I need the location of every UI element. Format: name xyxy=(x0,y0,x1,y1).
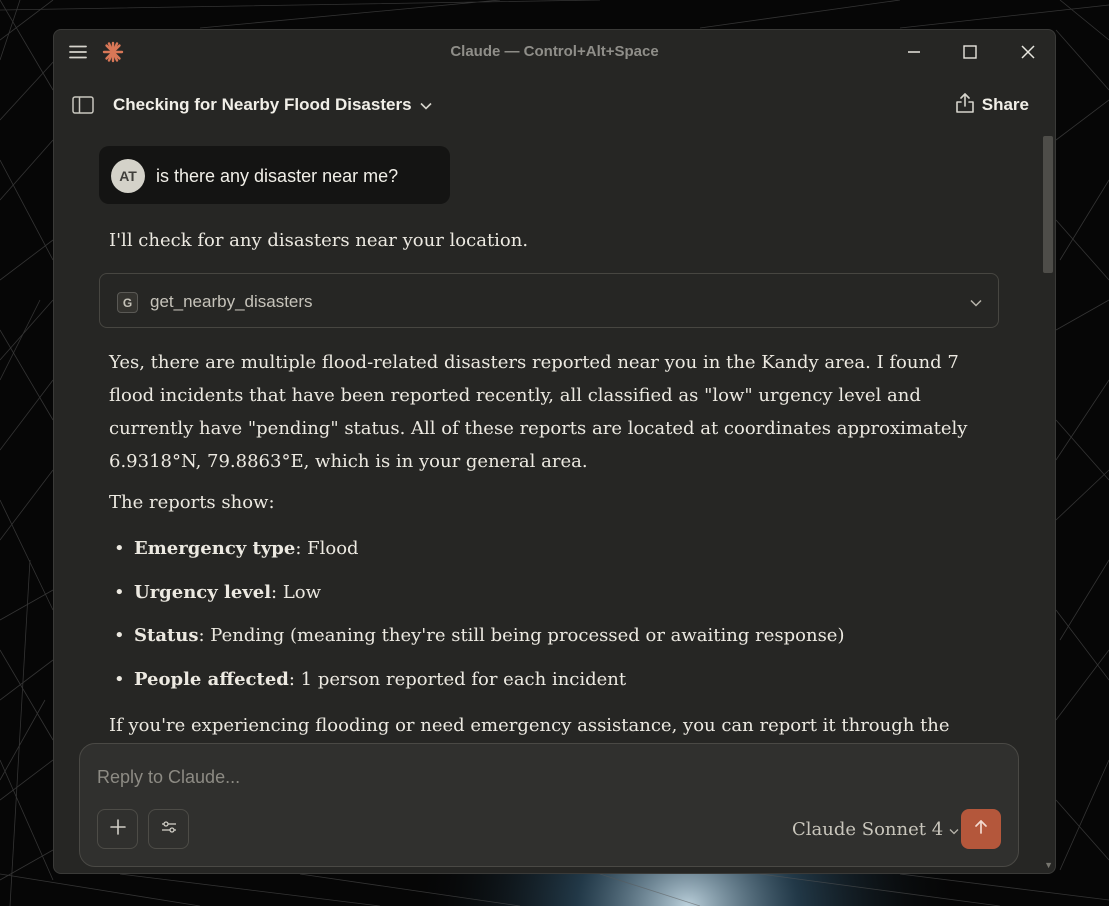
list-item: Emergency type: Flood xyxy=(109,534,844,578)
model-name: Claude Sonnet 4 xyxy=(792,819,944,840)
chevron-down-icon xyxy=(419,95,432,115)
conversation-title-button[interactable]: Checking for Nearby Flood Disasters xyxy=(113,95,432,115)
list-item-label: People affected xyxy=(134,668,289,690)
message-list[interactable]: AT is there any disaster near me? I'll c… xyxy=(54,134,1044,742)
share-label: Share xyxy=(981,95,1029,114)
close-icon[interactable] xyxy=(1008,38,1048,66)
tools-button[interactable] xyxy=(148,809,189,849)
scrollbar-thumb[interactable] xyxy=(1043,136,1053,273)
tool-call-block[interactable]: G get_nearby_disasters xyxy=(99,273,999,328)
list-item-value: : 1 person reported for each incident xyxy=(288,668,627,690)
reply-composer: Claude Sonnet 4 xyxy=(79,743,1019,867)
assistant-paragraph: If you're experiencing flooding or need … xyxy=(109,715,950,736)
avatar[interactable]: AT xyxy=(111,159,145,193)
list-item-value: : Low xyxy=(271,581,322,603)
chat-header: Checking for Nearby Flood Disasters Shar… xyxy=(54,82,1055,126)
title-bar: Claude — Control+Alt+Space xyxy=(54,30,1055,74)
list-item-value: : Flood xyxy=(295,538,359,559)
list-item-label: Status xyxy=(134,625,199,646)
scrollbar[interactable]: ▼ xyxy=(1041,134,1055,872)
list-item-value: : Pending (meaning they're still being p… xyxy=(198,625,845,646)
reply-input[interactable] xyxy=(97,764,977,790)
user-message-text: is there any disaster near me? xyxy=(156,166,399,186)
list-item-label: Urgency level xyxy=(134,581,272,603)
share-icon xyxy=(955,92,974,118)
conversation-title: Checking for Nearby Flood Disasters xyxy=(113,95,412,114)
assistant-paragraph: Yes, there are multiple flood-related di… xyxy=(109,352,968,472)
maximize-icon[interactable] xyxy=(950,38,990,66)
minimize-icon[interactable] xyxy=(894,38,934,66)
send-button[interactable] xyxy=(961,809,1001,849)
arrow-up-icon xyxy=(973,819,989,840)
sidebar-toggle-icon[interactable] xyxy=(70,94,96,116)
model-selector[interactable]: Claude Sonnet 4 xyxy=(792,819,959,840)
chevron-down-icon xyxy=(949,819,959,840)
add-attachment-button[interactable] xyxy=(97,809,138,849)
list-item: Urgency level: Low xyxy=(109,578,844,622)
share-button[interactable]: Share xyxy=(955,92,1029,118)
sliders-icon xyxy=(161,820,177,839)
list-item-label: Emergency type xyxy=(134,538,296,559)
list-item: People affected: 1 person reported for e… xyxy=(109,665,844,709)
claude-app-window: Claude — Control+Alt+Space Checking for … xyxy=(53,29,1056,874)
list-item: Status: Pending (meaning they're still b… xyxy=(109,621,844,665)
tool-badge-icon: G xyxy=(117,292,138,313)
user-message: AT is there any disaster near me? xyxy=(99,146,450,204)
chevron-down-icon[interactable] xyxy=(970,294,982,312)
scroll-down-icon[interactable]: ▼ xyxy=(1044,860,1053,870)
plus-icon xyxy=(109,818,126,840)
assistant-intro-text: I'll check for any disasters near your l… xyxy=(109,230,529,251)
assistant-paragraph: The reports show: xyxy=(109,492,275,513)
bullet-list: Emergency type: Flood Urgency level: Low… xyxy=(109,534,844,708)
tool-call-name: get_nearby_disasters xyxy=(150,292,313,311)
